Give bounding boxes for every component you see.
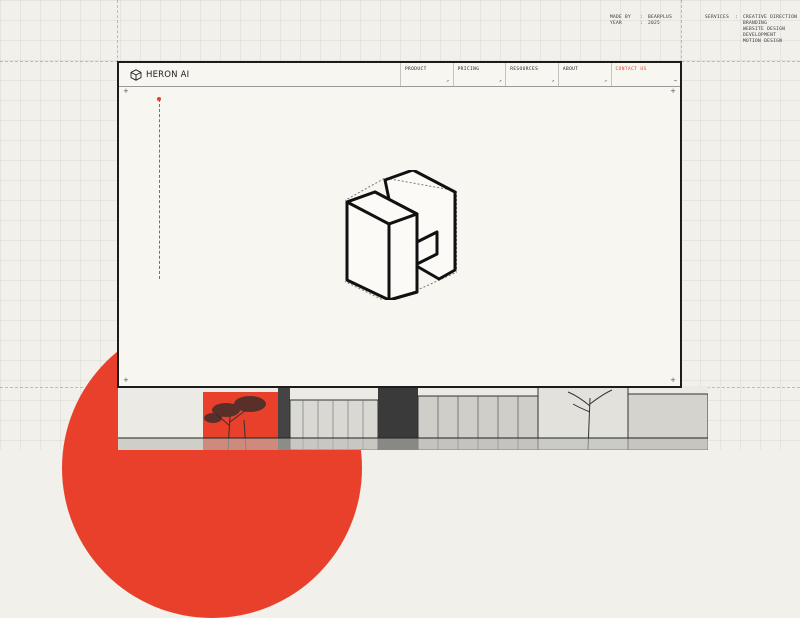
nav-pricing[interactable]: PRICING ↗ xyxy=(452,63,506,86)
year-value: 2025 xyxy=(648,21,661,26)
nav-about-label: ABOUT xyxy=(562,67,579,72)
cursor-guide-line xyxy=(159,99,160,279)
plus-marker-icon: + xyxy=(670,87,676,95)
plus-marker-icon: + xyxy=(123,376,129,384)
nav-pricing-label: PRICING xyxy=(457,67,480,72)
nav-product-label: PRODUCT xyxy=(404,67,427,72)
nav-resources[interactable]: RESOURCES ↗ xyxy=(505,63,558,86)
contact-us-label: CONTACT US xyxy=(615,67,647,72)
credits-block: MADE BY: BEARPLUS YEAR:2025 xyxy=(610,15,673,26)
logo-cube-icon xyxy=(130,68,142,81)
nav-about[interactable]: ABOUT ↗ xyxy=(557,63,611,86)
arrow-icon: ↗ xyxy=(604,78,608,84)
brand-name: HERON AI xyxy=(146,69,190,80)
hero-h-logo-icon xyxy=(345,170,457,300)
arrow-icon: ↗ xyxy=(551,78,555,84)
brand-logo[interactable]: HERON AI xyxy=(119,63,400,86)
arrow-icon: ↗ xyxy=(498,78,503,84)
nav-product[interactable]: PRODUCT ↗ xyxy=(399,63,453,86)
cursor-dot xyxy=(157,97,161,101)
service-item: MOTION DESIGN xyxy=(743,39,783,44)
architecture-illustration xyxy=(118,386,708,450)
arrow-right-icon: → xyxy=(673,78,678,84)
site-navbar: HERON AI PRODUCT ↗ PRICING ↗ RESOURCES ↗… xyxy=(119,63,680,87)
nav-resources-label: RESOURCES xyxy=(510,67,539,72)
plus-marker-icon: + xyxy=(123,87,129,95)
website-preview-window: HERON AI PRODUCT ↗ PRICING ↗ RESOURCES ↗… xyxy=(117,61,682,388)
year-label: YEAR xyxy=(610,21,623,26)
services-block: SERVICES: CREATIVE DIRECTION BRANDING WE… xyxy=(705,15,798,44)
services-label: SERVICES xyxy=(705,15,730,20)
plus-marker-icon: + xyxy=(670,376,676,384)
arrow-icon: ↗ xyxy=(446,78,450,84)
contact-us-button[interactable]: CONTACT US → xyxy=(610,63,681,86)
